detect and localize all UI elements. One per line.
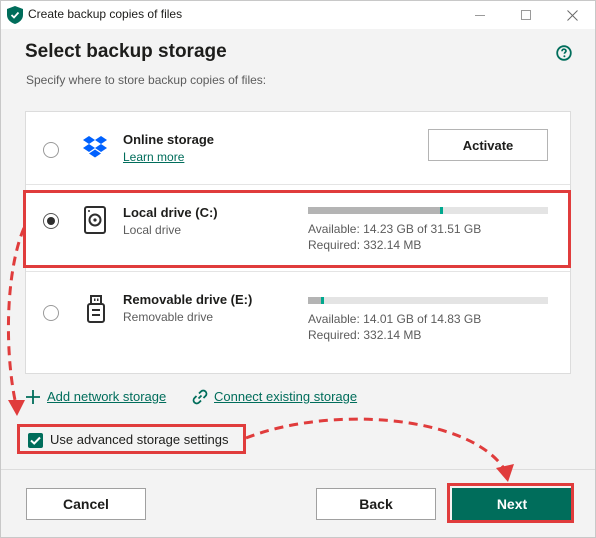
page-title: Select backup storage [25, 41, 227, 62]
back-button[interactable]: Back [316, 488, 436, 520]
usb-drive-icon [87, 295, 105, 323]
title-bar: Create backup copies of files [1, 1, 595, 29]
storage-option-online[interactable]: Online storage Learn more Activate [26, 112, 570, 184]
highlight-advanced-settings [17, 424, 246, 454]
dropbox-icon [83, 136, 107, 158]
minimize-button[interactable] [457, 1, 503, 29]
close-icon [566, 9, 578, 21]
storage-option-removable-drive[interactable]: Removable drive (E:) Removable drive Ava… [26, 272, 570, 372]
kaspersky-shield-icon [7, 6, 23, 24]
learn-more-link[interactable]: Learn more [123, 150, 184, 164]
plus-icon [26, 390, 40, 404]
usage-bar [308, 297, 548, 304]
question-circle-icon[interactable] [556, 45, 572, 61]
page-subtitle: Specify where to store backup copies of … [26, 73, 267, 87]
radio-online[interactable] [43, 142, 59, 158]
activate-button[interactable]: Activate [428, 129, 548, 161]
storage-description: Removable drive [123, 310, 214, 324]
storage-name: Online storage [123, 132, 215, 147]
maximize-icon [521, 10, 531, 20]
connect-existing-storage-label: Connect existing storage [214, 389, 358, 404]
window-title: Create backup copies of files [28, 7, 183, 21]
cancel-button[interactable]: Cancel [26, 488, 146, 520]
close-button[interactable] [549, 1, 595, 29]
backup-wizard-window: Create backup copies of files Select bac… [0, 0, 596, 538]
highlight-next-button [447, 483, 574, 523]
maximize-button[interactable] [503, 1, 549, 29]
add-network-storage-label: Add network storage [47, 389, 167, 404]
available-space: Available: 14.01 GB of 14.83 GB [308, 312, 482, 326]
radio-removable-drive[interactable] [43, 305, 59, 321]
storage-name: Removable drive (E:) [123, 292, 253, 307]
minimize-icon [475, 14, 485, 16]
required-space-marker [321, 297, 325, 304]
required-space: Required: 332.14 MB [308, 328, 422, 342]
usage-bar-fill [308, 297, 322, 304]
chain-link-icon [192, 389, 208, 405]
highlight-local-drive [23, 190, 571, 268]
